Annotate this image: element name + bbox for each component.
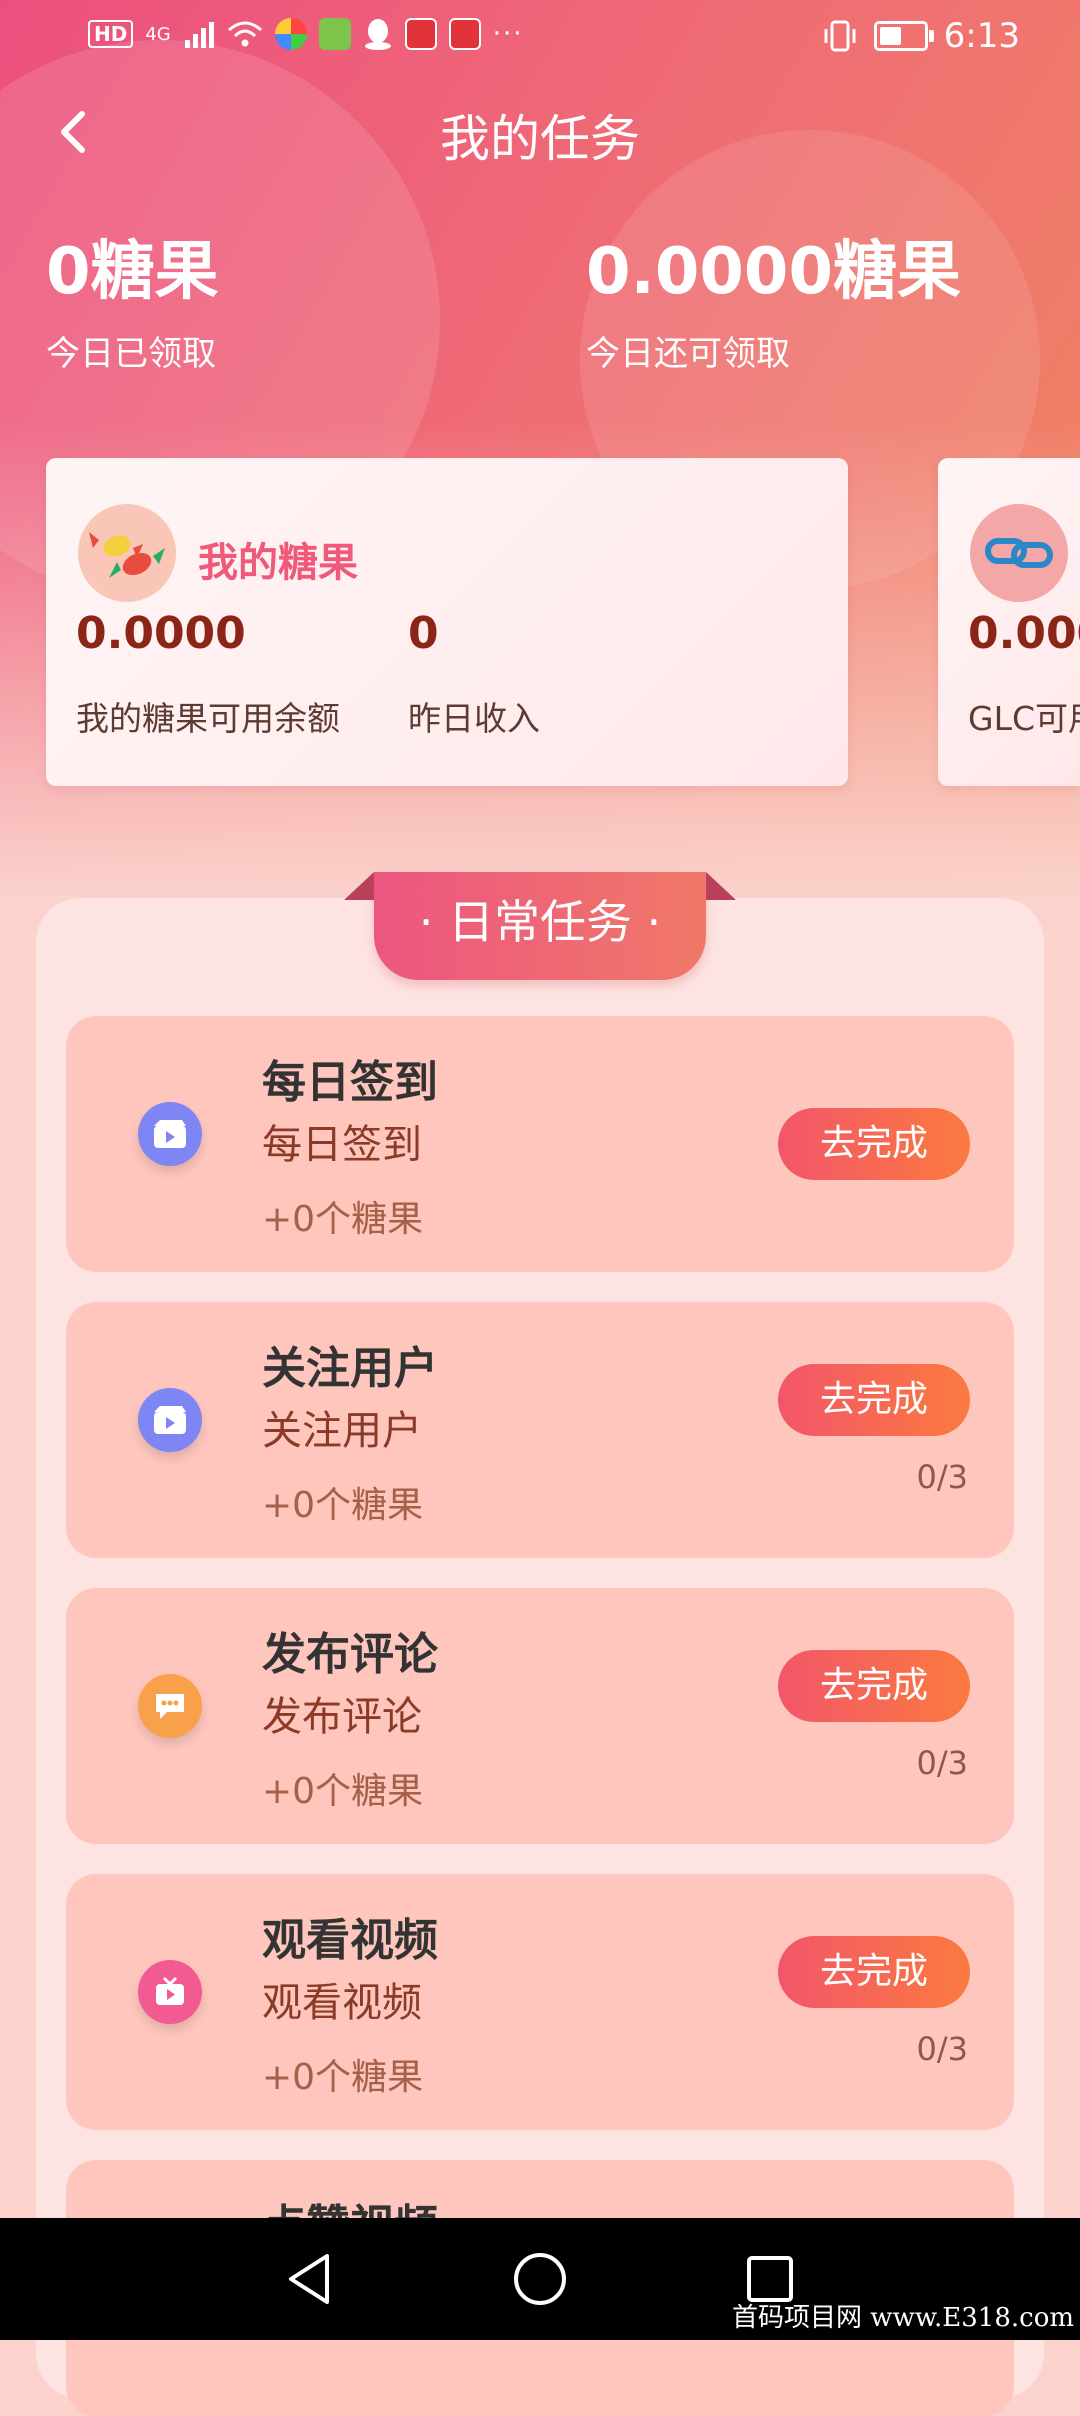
signal-icon (184, 22, 214, 48)
task-progress: 0/3 (916, 1458, 969, 1496)
candy-icon (78, 504, 176, 602)
status-icons-left: HD 4G ··· (88, 18, 524, 50)
wallet-name: 我的糖果 (198, 540, 358, 586)
task-subtitle: 每日签到 (262, 1122, 422, 1168)
task-card-watch-video: 观看视频 观看视频 +0个糖果 去完成 0/3 (66, 1874, 1014, 2130)
task-title: 每日签到 (262, 1057, 438, 1108)
go-complete-button[interactable]: 去完成 (778, 1108, 970, 1180)
task-reward: +0个糖果 (262, 1199, 424, 1240)
task-title: 发布评论 (262, 1629, 438, 1680)
vibrate-icon (824, 20, 856, 52)
today-available-value: 0.0000糖果 (586, 235, 961, 309)
clock: 6:13 (943, 16, 1020, 56)
task-card-daily-checkin: 每日签到 每日签到 +0个糖果 去完成 (66, 1016, 1014, 1272)
task-subtitle: 关注用户 (262, 1408, 422, 1454)
circle-home-icon (514, 2253, 566, 2305)
gift-icon (404, 18, 437, 50)
task-reward: +0个糖果 (262, 1485, 424, 1526)
task-reward: +0个糖果 (262, 2057, 424, 2098)
task-title: 关注用户 (262, 1343, 438, 1394)
glc-balance-value: 0.0000 (968, 608, 1080, 659)
yesterday-income-value: 0 (408, 608, 439, 659)
comment-icon (138, 1674, 202, 1738)
video-icon (138, 1388, 202, 1452)
candy-balance-label: 我的糖果可用余额 (76, 699, 340, 738)
gift-icon (448, 18, 481, 50)
task-card-follow-users: 关注用户 关注用户 +0个糖果 去完成 0/3 (66, 1302, 1014, 1558)
battery-icon (873, 21, 934, 51)
task-progress: 0/3 (916, 2030, 969, 2068)
go-complete-button[interactable]: 去完成 (778, 1364, 970, 1436)
today-received-value: 0糖果 (46, 235, 219, 309)
video-icon (138, 1102, 202, 1166)
today-received-stat: 0糖果 今日已领取 (46, 232, 219, 375)
status-bar: HD 4G ··· 6:13 (0, 0, 1080, 80)
candy-balance-value: 0.0000 (76, 608, 246, 659)
more-notifications: ··· (492, 19, 524, 49)
page-title: 我的任务 (440, 110, 640, 168)
candy-wallet-card[interactable]: 我的糖果 0.0000 0 我的糖果可用余额 昨日收入 (46, 458, 848, 786)
today-available-label: 今日还可领取 (586, 334, 790, 374)
triangle-back-icon (289, 2254, 329, 2304)
app-notification-icon (274, 18, 307, 50)
tv-icon (138, 1960, 202, 2024)
android-icon (318, 18, 351, 50)
system-home-button[interactable] (490, 2218, 590, 2340)
network-type: 4G (145, 23, 171, 45)
daily-tasks-title: · 日常任务 · (374, 872, 706, 980)
task-progress: 0/3 (916, 1744, 969, 1782)
today-available-stat: 0.0000糖果 今日还可领取 (586, 232, 961, 375)
system-back-button[interactable] (260, 2218, 360, 2340)
hd-icon: HD (88, 20, 134, 48)
system-navigation-bar: 首码项目网 www.E318.com (0, 2218, 1080, 2340)
ribbon-fold (344, 872, 374, 900)
task-title: 观看视频 (262, 1915, 438, 1966)
wifi-icon (227, 21, 262, 47)
glc-wallet-card[interactable]: 0.0000 GLC可用余额 (938, 458, 1080, 786)
link-icon (970, 504, 1068, 602)
today-received-label: 今日已领取 (46, 334, 216, 374)
go-complete-button[interactable]: 去完成 (778, 1650, 970, 1722)
task-reward: +0个糖果 (262, 1771, 424, 1812)
status-icons-right: 6:13 (822, 16, 1020, 56)
go-complete-button[interactable]: 去完成 (778, 1936, 970, 2008)
watermark: 首码项目网 www.E318.com (732, 2303, 1074, 2333)
glc-balance-label: GLC可用余额 (968, 699, 1080, 738)
task-card-post-comment: 发布评论 发布评论 +0个糖果 去完成 0/3 (66, 1588, 1014, 1844)
ribbon-fold (706, 872, 736, 900)
yesterday-income-label: 昨日收入 (408, 699, 540, 738)
qq-icon (364, 19, 391, 50)
task-subtitle: 发布评论 (262, 1694, 422, 1740)
task-subtitle: 观看视频 (262, 1980, 422, 2026)
